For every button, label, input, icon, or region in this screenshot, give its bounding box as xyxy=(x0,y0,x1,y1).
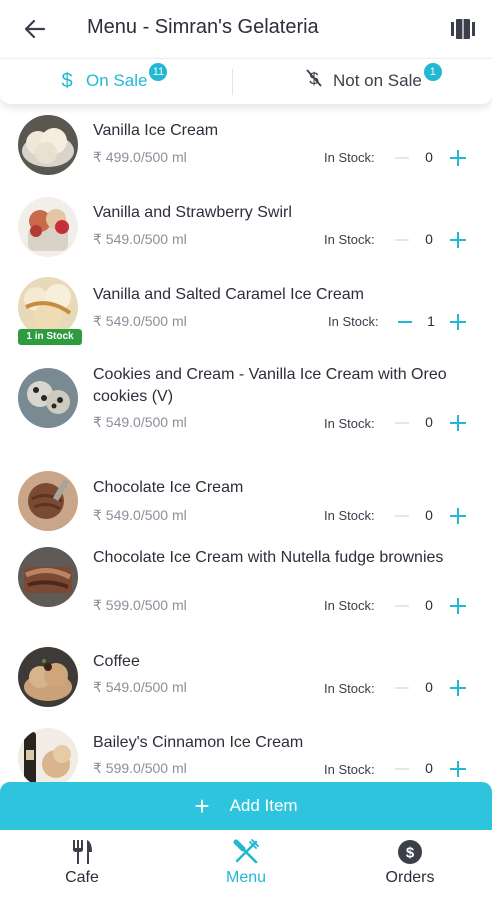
increase-stock-button[interactable] xyxy=(449,313,467,331)
on-sale-count-badge: 11 xyxy=(149,63,168,81)
stock-label: In Stock: xyxy=(324,681,375,696)
item-photo xyxy=(18,368,78,428)
add-item-button[interactable]: + Add Item xyxy=(0,782,492,830)
stock-quantity: 0 xyxy=(425,760,433,776)
item-price: ₹ 549.0/500 ml xyxy=(93,414,187,430)
stock-quantity: 0 xyxy=(425,597,433,613)
sale-tabs: $ On Sale 11 $ Not on Sale 1 xyxy=(0,58,492,104)
item-price: ₹ 599.0/500 ml xyxy=(93,597,187,613)
stock-label: In Stock: xyxy=(324,416,375,431)
dollar-off-icon: $ xyxy=(305,68,323,94)
tab-on-sale-label: On Sale xyxy=(86,71,148,90)
back-button[interactable] xyxy=(22,16,48,42)
stock-label: In Stock: xyxy=(324,232,375,247)
item-photo xyxy=(18,115,78,175)
nav-menu[interactable]: Menu xyxy=(186,838,306,896)
stock-label: In Stock: xyxy=(324,508,375,523)
nav-orders[interactable]: $ Orders xyxy=(350,838,470,896)
add-item-label: Add Item xyxy=(229,796,298,815)
stock-quantity: 0 xyxy=(425,507,433,523)
item-price: ₹ 549.0/500 ml xyxy=(93,231,187,247)
stock-label: In Stock: xyxy=(324,150,375,165)
item-photo xyxy=(18,471,78,531)
increase-stock-button[interactable] xyxy=(449,231,467,249)
stock-quantity: 0 xyxy=(425,679,433,695)
increase-stock-button[interactable] xyxy=(449,414,467,432)
item-price: ₹ 549.0/500 ml xyxy=(93,313,187,329)
item-name: Coffee xyxy=(93,653,140,670)
dollar-icon: $ xyxy=(61,69,73,92)
increase-stock-button[interactable] xyxy=(449,760,467,778)
item-photo xyxy=(18,197,78,257)
decrease-stock-button[interactable] xyxy=(394,415,410,431)
item-name: Cookies and Cream - Vanilla Ice Cream wi… xyxy=(93,366,447,405)
item-name: Chocolate Ice Cream xyxy=(93,479,244,496)
nav-cafe-label: Cafe xyxy=(65,869,99,886)
increase-stock-button[interactable] xyxy=(449,597,467,615)
stock-label: In Stock: xyxy=(324,762,375,777)
item-name: Vanilla Ice Cream xyxy=(93,122,219,139)
item-photo xyxy=(18,547,78,607)
item-photo xyxy=(18,277,78,337)
stock-label: In Stock: xyxy=(324,598,375,613)
view-columns-icon xyxy=(451,19,475,39)
nav-orders-label: Orders xyxy=(385,869,435,886)
stock-count-badge: 1 in Stock xyxy=(18,329,82,345)
item-photo xyxy=(18,728,78,788)
stock-quantity: 1 xyxy=(427,313,435,329)
nav-cafe[interactable]: Cafe xyxy=(22,838,142,896)
view-toggle-button[interactable] xyxy=(450,18,476,40)
tab-divider xyxy=(232,69,233,95)
item-name: Bailey's Cinnamon Ice Cream xyxy=(93,734,304,751)
increase-stock-button[interactable] xyxy=(449,149,467,167)
item-price: ₹ 599.0/500 ml xyxy=(93,760,187,776)
page-title: Menu - Simran's Gelateria xyxy=(87,16,319,38)
nav-menu-label: Menu xyxy=(225,869,267,886)
decrease-stock-button[interactable] xyxy=(394,508,410,524)
stock-quantity: 0 xyxy=(425,414,433,430)
bottom-nav: Cafe Menu $ Orders xyxy=(0,830,492,900)
fork-knife-icon xyxy=(73,840,92,864)
item-photo xyxy=(18,647,78,707)
decrease-stock-button[interactable] xyxy=(394,598,410,614)
item-price: ₹ 549.0/500 ml xyxy=(93,507,187,523)
increase-stock-button[interactable] xyxy=(449,679,467,697)
increase-stock-button[interactable] xyxy=(449,507,467,525)
arrow-left-icon xyxy=(24,19,46,39)
decrease-stock-button[interactable] xyxy=(394,232,410,248)
decrease-stock-button[interactable] xyxy=(394,680,410,696)
stock-label: In Stock: xyxy=(328,314,379,329)
item-name: Vanilla and Salted Caramel Ice Cream xyxy=(93,286,364,303)
item-price: ₹ 549.0/500 ml xyxy=(93,679,187,695)
tab-not-on-sale[interactable]: $ Not on Sale 1 xyxy=(305,59,442,103)
decrease-stock-button[interactable] xyxy=(394,150,410,166)
tab-not-on-sale-label: Not on Sale xyxy=(333,71,422,90)
item-name: Chocolate Ice Cream with Nutella fudge b… xyxy=(93,549,444,566)
decrease-stock-button[interactable] xyxy=(397,314,413,330)
decrease-stock-button[interactable] xyxy=(394,761,410,777)
dollar-circle-icon: $ xyxy=(398,840,422,864)
stock-quantity: 0 xyxy=(425,231,433,247)
tab-on-sale[interactable]: $ On Sale 11 xyxy=(58,59,168,103)
item-name: Vanilla and Strawberry Swirl xyxy=(93,204,292,221)
svg-text:$: $ xyxy=(406,845,415,862)
crossed-utensils-icon xyxy=(233,839,259,864)
plus-icon: + xyxy=(194,791,210,821)
app-header: Menu - Simran's Gelateria xyxy=(0,0,492,58)
not-on-sale-count-badge: 1 xyxy=(423,63,442,81)
stock-quantity: 0 xyxy=(425,149,433,165)
item-price: ₹ 499.0/500 ml xyxy=(93,149,187,165)
